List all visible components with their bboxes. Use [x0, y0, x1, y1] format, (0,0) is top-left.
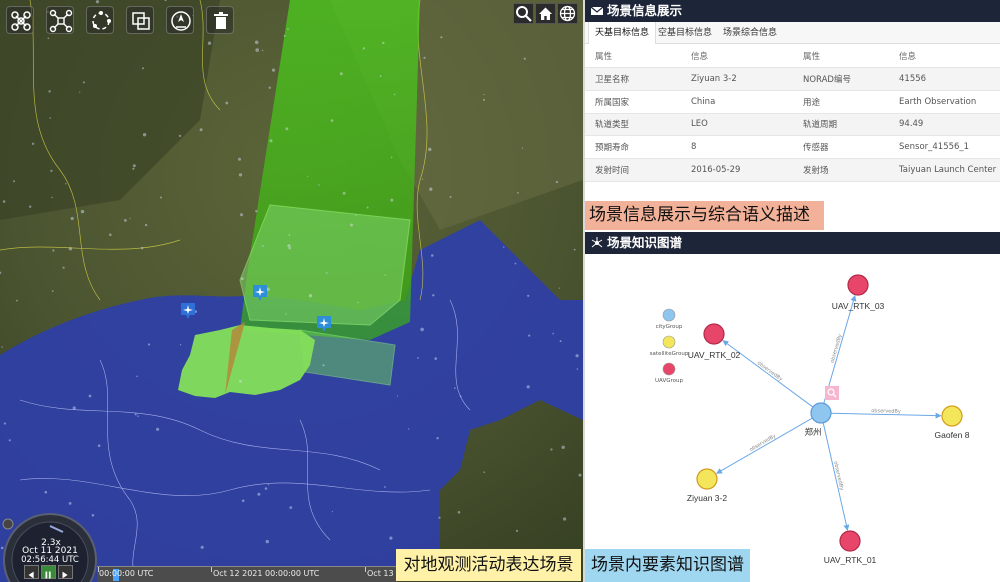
legend-label: cityGroup	[656, 324, 683, 330]
tab-space-target[interactable]: 天基目标信息	[588, 22, 657, 44]
trash-icon[interactable]	[206, 6, 234, 34]
mail-icon	[590, 6, 604, 15]
legend-label: UAVGroup	[655, 378, 683, 384]
table-cell: 2016-05-29	[681, 158, 793, 182]
table-row: 所属国家 China 用途 Earth Observation	[585, 90, 1000, 114]
table-header-cell: 属性	[793, 45, 889, 69]
table-cell: 卫星名称	[585, 67, 681, 91]
info-tabs: 天基目标信息 空基目标信息 场景综合信息	[585, 22, 1000, 44]
table-cell: Ziyuan 3-2	[681, 67, 793, 91]
table-cell: Sensor_41556_1	[889, 135, 1000, 159]
uav-marker-icon[interactable]	[316, 315, 332, 333]
graph-node-label: Gaofen 8	[935, 430, 970, 440]
knowledge-graph-title: 场景知识图谱	[607, 235, 683, 250]
table-row: 发射时间 2016-05-29 发射场 Taiyuan Launch Center	[585, 158, 1000, 182]
map-toolbar	[6, 6, 296, 34]
knowledge-graph[interactable]: observedBy observedBy observedBy observedBy…	[585, 255, 1000, 582]
legend-label: satelliteGroup	[650, 351, 689, 357]
table-cell: NORAD编号	[793, 67, 889, 91]
graph-node-label: 郑州	[804, 427, 821, 437]
table-cell: 所属国家	[585, 90, 681, 114]
uav-marker-icon[interactable]	[252, 284, 268, 302]
tab-scene-summary[interactable]: 场景综合信息	[717, 22, 783, 44]
table-row: 预期寿命 8 传感器 Sensor_41556_1	[585, 135, 1000, 159]
graph-edge-label: observedBy	[749, 433, 778, 453]
legend-swatch[interactable]	[662, 362, 676, 376]
graph-node[interactable]	[696, 468, 718, 490]
clock-time: 02:56:44 UTC	[21, 555, 79, 565]
graph-edge-label: observedBy	[871, 408, 901, 415]
table-cell: 41556	[889, 67, 1000, 91]
table-header-cell: 属性	[585, 45, 681, 69]
table-cell: 8	[681, 135, 793, 159]
graph-caption: 场景内要素知识图谱	[585, 549, 750, 582]
compass-icon[interactable]	[166, 6, 194, 34]
rewind-button[interactable]	[24, 565, 39, 579]
table-cell: 发射时间	[585, 158, 681, 182]
table-cell: 传感器	[793, 135, 889, 159]
uav-marker-icon[interactable]	[180, 302, 196, 320]
table-cell: LEO	[681, 113, 793, 137]
play-button[interactable]	[58, 565, 73, 579]
graph-edge-label: observedBy	[829, 334, 843, 364]
graph-node[interactable]	[839, 530, 861, 552]
table-header-cell: 信息	[889, 45, 1000, 69]
graph-node[interactable]	[810, 402, 832, 424]
home-icon[interactable]	[535, 3, 556, 24]
table-row: 卫星名称 Ziyuan 3-2 NORAD编号 41556	[585, 67, 1000, 91]
knowledge-graph-header: 场景知识图谱	[585, 232, 1000, 254]
graph-node-label: UAV_RTK_02	[688, 350, 741, 360]
table-cell: China	[681, 90, 793, 114]
legend-swatch[interactable]	[662, 308, 676, 322]
graph-node-label: UAV_RTK_01	[824, 555, 877, 565]
map-canvas[interactable]	[0, 0, 583, 582]
map-controls	[513, 3, 579, 25]
coverage-overlap-area	[239, 204, 411, 326]
table-cell: Taiyuan Launch Center	[889, 158, 1000, 182]
satellite-info-table: 属性 信息 属性 信息 卫星名称 Ziyuan 3-2 NORAD编号 41556 所属国家 Ch…	[585, 45, 1000, 182]
table-cell: 轨道类型	[585, 113, 681, 137]
tab-air-target[interactable]: 空基目标信息	[652, 22, 718, 44]
graph-node-label: UAV_RTK_03	[832, 301, 885, 311]
table-cell: 用途	[793, 90, 889, 114]
table-row: 轨道类型 LEO 轨道周期 94.49	[585, 113, 1000, 137]
table-header-row: 属性 信息 属性 信息	[585, 45, 1000, 69]
clock-controls	[24, 565, 76, 579]
info-panel: 场景信息展示 天基目标信息 空基目标信息 场景综合信息 属性 信息 属性 信息 卫星名称…	[585, 0, 1000, 582]
search-icon[interactable]	[513, 3, 534, 24]
layers-icon[interactable]	[126, 6, 154, 34]
graph-edge-label: observedBy	[832, 461, 844, 491]
graph-node[interactable]	[847, 274, 869, 296]
graph-node[interactable]	[703, 323, 725, 345]
graph-icon	[591, 237, 603, 248]
legend-swatch[interactable]	[662, 335, 676, 349]
timeline-label: Oct 13	[367, 569, 394, 578]
map-view[interactable]: 2.3x Oct 11 2021 02:56:44 UTC 00:00:00 U…	[0, 0, 583, 582]
table-cell: 预期寿命	[585, 135, 681, 159]
table-cell: 发射场	[793, 158, 889, 182]
orbit-icon[interactable]	[86, 6, 114, 34]
table-cell: Earth Observation	[889, 90, 1000, 114]
globe-icon[interactable]	[557, 3, 578, 24]
graph-node[interactable]	[941, 405, 963, 427]
table-cell: 94.49	[889, 113, 1000, 137]
table-cell: 轨道周期	[793, 113, 889, 137]
magnifier-icon[interactable]	[825, 386, 839, 400]
map-caption: 对地观测活动表达场景	[396, 549, 581, 581]
scene-info-title: 场景信息展示	[607, 3, 683, 18]
drone-network-icon[interactable]	[46, 6, 74, 34]
timeline[interactable]: 00:00:00 UTC Oct 12 2021 00:00:00 UTC Oc…	[97, 566, 397, 582]
scene-info-header: 场景信息展示	[585, 0, 1000, 22]
graph-edge-label: observedBy	[756, 360, 783, 382]
timeline-label: Oct 12 2021 00:00:00 UTC	[213, 569, 320, 578]
graph-node-label: Ziyuan 3-2	[687, 493, 727, 503]
pause-button[interactable]	[41, 565, 56, 579]
info-caption: 场景信息展示与综合语义描述	[585, 201, 824, 230]
table-header-cell: 信息	[681, 45, 793, 69]
timeline-label: 00:00:00 UTC	[99, 569, 154, 578]
uav-icon[interactable]	[6, 6, 34, 34]
